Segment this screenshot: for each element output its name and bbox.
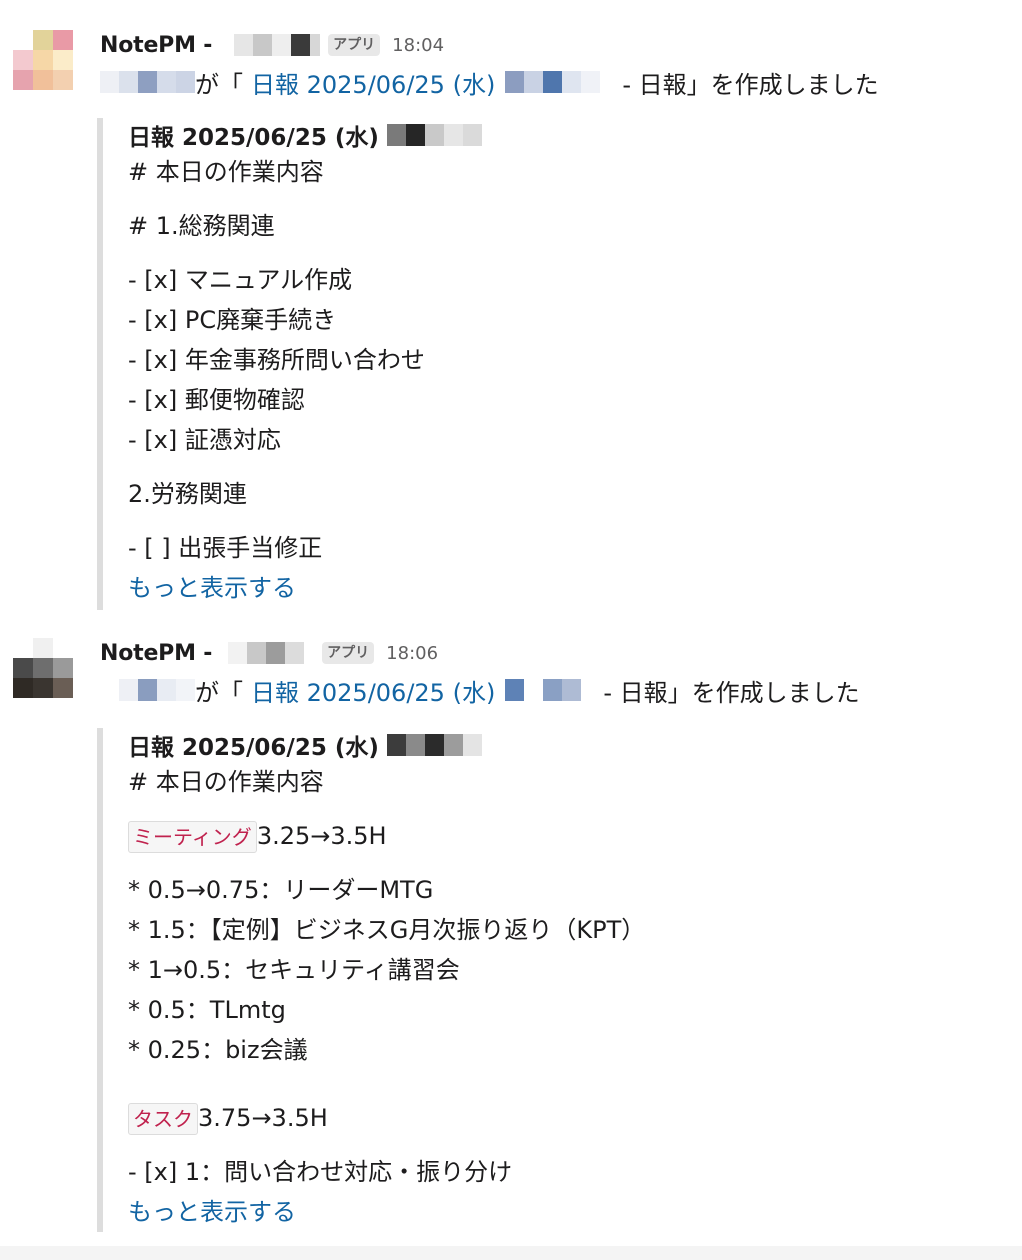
message-text: が「 日報 2025/06/25 (水) - 日報」を作成しました bbox=[100, 65, 879, 100]
body-line: - [ ] 出張手当修正 bbox=[128, 534, 323, 562]
redacted-name bbox=[228, 642, 315, 664]
meeting-item: * 1.5：【定例】ビジネスG月次振り返り（KPT） bbox=[128, 916, 646, 944]
body-line: - [x] マニュアル作成 bbox=[128, 266, 353, 294]
redacted-title bbox=[505, 679, 594, 701]
task-hours: 3.75→3.5H bbox=[198, 1104, 328, 1132]
page-link[interactable]: 日報 2025/06/25 (水) bbox=[251, 673, 495, 708]
meeting-item: * 0.5→0.75：リーダーMTG bbox=[128, 876, 434, 904]
body-line: - [x] 郵便物確認 bbox=[128, 386, 305, 414]
tag-meeting: ミーティング bbox=[128, 821, 257, 853]
avatar[interactable] bbox=[13, 638, 73, 698]
text-tail: - 日報」を作成しました bbox=[622, 70, 879, 99]
app-badge: アプリ bbox=[322, 642, 375, 664]
message-header: NotePM - アプリ 18:06 bbox=[100, 638, 438, 668]
task-item: - [x] 1：問い合わせ対応・振り分け bbox=[128, 1158, 513, 1186]
tag-task: タスク bbox=[128, 1103, 198, 1135]
body-line: # 1.総務関連 bbox=[128, 212, 275, 240]
redacted-name bbox=[234, 34, 321, 56]
timestamp[interactable]: 18:06 bbox=[386, 643, 438, 664]
meeting-item: * 0.25：biz会議 bbox=[128, 1036, 308, 1064]
attachment-title: 日報 2025/06/25 (水) bbox=[128, 728, 1008, 762]
avatar[interactable] bbox=[13, 30, 73, 90]
redacted-user bbox=[100, 71, 195, 93]
body-line: - [x] PC廃棄手続き bbox=[128, 306, 337, 334]
redacted-author bbox=[386, 734, 482, 756]
attachment: 日報 2025/06/25 (水) # 本日の作業内容 # 1.総務関連 - [… bbox=[97, 118, 1008, 610]
redacted-title bbox=[505, 71, 613, 93]
sender-name[interactable]: NotePM - bbox=[100, 641, 212, 666]
show-more-link[interactable]: もっと表示する bbox=[128, 568, 1008, 608]
meeting-item: * 1→0.5：セキュリティ講習会 bbox=[128, 956, 460, 984]
attachment-title: 日報 2025/06/25 (水) bbox=[128, 118, 1008, 152]
body-line: # 本日の作業内容 bbox=[128, 158, 324, 186]
body-line: 2.労務関連 bbox=[128, 480, 247, 508]
show-more-link[interactable]: もっと表示する bbox=[128, 1192, 1008, 1232]
meeting-header: ミーティング 3.25→3.5H bbox=[128, 816, 1008, 856]
redacted-user bbox=[100, 679, 195, 701]
redacted-author bbox=[386, 124, 482, 146]
text-ga: が「 bbox=[195, 678, 243, 707]
message-text: が「 日報 2025/06/25 (水) - 日報」を作成しました bbox=[100, 673, 860, 708]
meeting-hours: 3.25→3.5H bbox=[256, 822, 387, 850]
meeting-item: * 0.5：TLmtg bbox=[128, 996, 286, 1024]
message-header: NotePM - アプリ 18:04 bbox=[100, 30, 444, 60]
sender-name[interactable]: NotePM - bbox=[100, 33, 212, 58]
attachment-title-text[interactable]: 日報 2025/06/25 (水) bbox=[128, 728, 379, 762]
page-link[interactable]: 日報 2025/06/25 (水) bbox=[251, 65, 495, 100]
attachment-title-text[interactable]: 日報 2025/06/25 (水) bbox=[128, 118, 379, 152]
app-badge: アプリ bbox=[328, 34, 381, 56]
bottom-divider bbox=[0, 1246, 1022, 1260]
timestamp[interactable]: 18:04 bbox=[392, 35, 444, 56]
text-ga: が「 bbox=[195, 70, 243, 99]
text-tail: - 日報」を作成しました bbox=[603, 678, 860, 707]
body-line: - [x] 年金事務所問い合わせ bbox=[128, 346, 425, 374]
body-line: - [x] 証憑対応 bbox=[128, 426, 281, 454]
attachment: 日報 2025/06/25 (水) # 本日の作業内容 ミーティング 3.25→3… bbox=[97, 728, 1008, 1232]
task-header: タスク 3.75→3.5H bbox=[128, 1098, 1008, 1138]
body-line: # 本日の作業内容 bbox=[128, 768, 324, 796]
